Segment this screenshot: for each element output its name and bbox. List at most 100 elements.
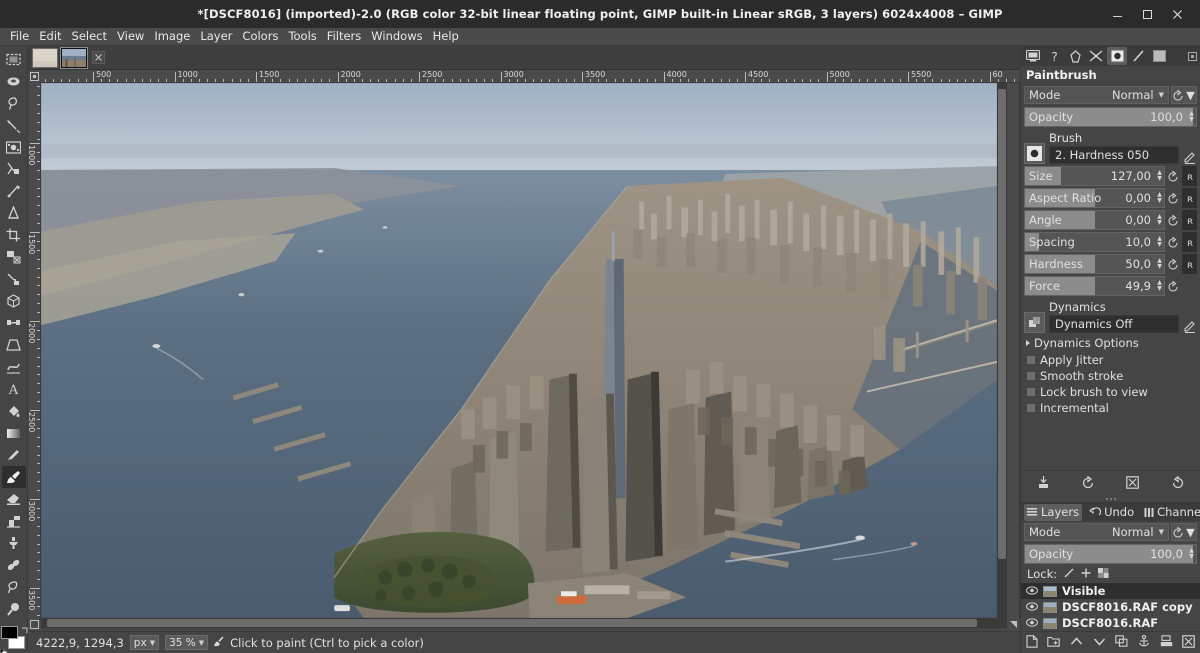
layer-visibility-toggle[interactable]: [1026, 617, 1038, 630]
opacity-spinner[interactable]: ▲ ▼: [1187, 111, 1196, 123]
menu-view[interactable]: View: [112, 28, 149, 45]
duplicate-layer-button[interactable]: [1115, 635, 1128, 650]
menu-colors[interactable]: Colors: [237, 28, 283, 45]
incremental-checkbox[interactable]: Incremental: [1021, 400, 1200, 416]
force-slider[interactable]: Force 49,9 ▲ ▼: [1024, 276, 1165, 296]
image-tab-2[interactable]: [60, 46, 88, 69]
new-layer-button[interactable]: [1026, 634, 1038, 651]
fuzzy-select-tool[interactable]: [2, 114, 26, 136]
menu-windows[interactable]: Windows: [366, 28, 427, 45]
reset-colors-icon[interactable]: [0, 646, 7, 653]
smooth-stroke-checkbox[interactable]: Smooth stroke: [1021, 368, 1200, 384]
unit-selector[interactable]: px ▼: [129, 635, 160, 650]
scissors-select-tool[interactable]: [2, 158, 26, 180]
reset-angle-button[interactable]: [1166, 210, 1181, 230]
warp-transform-tool[interactable]: [2, 356, 26, 378]
menu-filters[interactable]: Filters: [322, 28, 366, 45]
3d-transform-tool[interactable]: [2, 290, 26, 312]
edit-brush-icon[interactable]: [1183, 152, 1197, 164]
lock-position-icon[interactable]: [1081, 567, 1091, 581]
lower-layer-button[interactable]: [1093, 636, 1106, 650]
lock-alpha-icon[interactable]: [1098, 567, 1109, 581]
horizontal-scroll-thumb[interactable]: [47, 619, 977, 627]
size-dynamics-button[interactable]: ʀ: [1182, 166, 1197, 186]
image-tab-1[interactable]: [32, 47, 58, 68]
navigation-button[interactable]: [1007, 618, 1020, 631]
layer-visibility-toggle[interactable]: [1026, 585, 1038, 598]
hardness-spinner[interactable]: ▲ ▼: [1155, 258, 1164, 270]
spacing-spinner[interactable]: ▲ ▼: [1155, 236, 1164, 248]
dynamics-options-expander[interactable]: Dynamics Options: [1021, 334, 1200, 352]
layer-mode-options-button[interactable]: ▼: [1171, 523, 1197, 541]
smudge-tool[interactable]: [2, 576, 26, 598]
brushes-tab[interactable]: [1107, 47, 1127, 65]
text-tool[interactable]: A: [2, 378, 26, 400]
close-button[interactable]: [1162, 1, 1192, 27]
canvas-vertical-scrollbar[interactable]: [997, 83, 1007, 618]
reset-aspect-ratio-button[interactable]: [1166, 188, 1181, 208]
menu-tools[interactable]: Tools: [283, 28, 321, 45]
dynamics-preview-icon[interactable]: [1024, 312, 1045, 333]
heal-tool[interactable]: [2, 554, 26, 576]
hardness-dynamics-button[interactable]: ʀ: [1182, 254, 1197, 274]
reset-spacing-button[interactable]: [1166, 232, 1181, 252]
tool-options-tab[interactable]: [1023, 47, 1043, 65]
minimize-button[interactable]: [1102, 1, 1132, 27]
aspect-ratio-slider[interactable]: Aspect Ratio 0,00 ▲ ▼: [1024, 188, 1165, 208]
layer-row-copy[interactable]: DSCF8016.RAF copy: [1021, 599, 1200, 615]
paths-tool[interactable]: [2, 180, 26, 202]
menu-layer[interactable]: Layer: [195, 28, 237, 45]
ruler-unit-button[interactable]: [28, 70, 41, 83]
zoom-selector[interactable]: 35 % ▼: [165, 635, 209, 650]
pencil-tool[interactable]: [2, 444, 26, 466]
edit-dynamics-icon[interactable]: [1183, 321, 1197, 333]
menu-edit[interactable]: Edit: [34, 28, 66, 45]
hardness-slider[interactable]: Hardness 50,0 ▲ ▼: [1024, 254, 1165, 274]
free-select-tool[interactable]: [2, 92, 26, 114]
reset-paint-mode-button[interactable]: ▼: [1171, 86, 1197, 104]
maximize-button[interactable]: [1132, 1, 1162, 27]
dock-menu-icon[interactable]: [1186, 50, 1198, 62]
brush-name-field[interactable]: 2. Hardness 050: [1049, 146, 1179, 164]
swap-colors-icon[interactable]: [21, 624, 28, 633]
layer-mode-dropdown[interactable]: Mode Normal ▼: [1024, 523, 1169, 541]
menu-select[interactable]: Select: [67, 28, 112, 45]
size-spinner[interactable]: ▲ ▼: [1155, 170, 1164, 182]
move-tool[interactable]: [2, 268, 26, 290]
pointer-tab[interactable]: ?: [1044, 47, 1064, 65]
reset-size-button[interactable]: [1166, 166, 1181, 186]
paths-tab[interactable]: [1128, 47, 1148, 65]
aspect-ratio-spinner[interactable]: ▲ ▼: [1155, 192, 1164, 204]
transform-tool[interactable]: [2, 246, 26, 268]
tab-layers[interactable]: Layers: [1024, 503, 1083, 521]
image-canvas[interactable]: [41, 83, 997, 618]
airbrush-tool[interactable]: [2, 510, 26, 532]
crop-tool[interactable]: [2, 224, 26, 246]
rectangle-select-tool[interactable]: [2, 48, 26, 70]
foreground-color-swatch[interactable]: [0, 626, 18, 639]
canvas-horizontal-scrollbar[interactable]: [41, 618, 1007, 628]
apply-jitter-checkbox[interactable]: Apply Jitter: [1021, 352, 1200, 368]
tab-channels[interactable]: Channels: [1141, 504, 1200, 521]
size-slider[interactable]: Size 127,00 ▲ ▼: [1024, 166, 1165, 186]
gradient-tool[interactable]: [2, 422, 26, 444]
reset-hardness-button[interactable]: [1166, 254, 1181, 274]
angle-slider[interactable]: Angle 0,00 ▲ ▼: [1024, 210, 1165, 230]
ellipse-select-tool[interactable]: [2, 70, 26, 92]
perspective-tool[interactable]: [2, 334, 26, 356]
angle-dynamics-button[interactable]: ʀ: [1182, 210, 1197, 230]
aspect-ratio-dynamics-button[interactable]: ʀ: [1182, 188, 1197, 208]
bucket-fill-tool[interactable]: [2, 400, 26, 422]
paint-mode-dropdown[interactable]: Mode Normal ▼: [1024, 86, 1169, 104]
brush-preview-icon[interactable]: [1024, 143, 1045, 164]
select-by-color-tool[interactable]: [2, 136, 26, 158]
opacity-slider[interactable]: Opacity 100,0 ▲ ▼: [1024, 107, 1197, 127]
angle-spinner[interactable]: ▲ ▼: [1155, 214, 1164, 226]
delete-tool-preset-button[interactable]: [1126, 475, 1140, 492]
menu-help[interactable]: Help: [428, 28, 464, 45]
device-status-tab[interactable]: [1065, 47, 1085, 65]
dynamics-name-field[interactable]: Dynamics Off: [1049, 315, 1179, 333]
menu-file[interactable]: File: [5, 28, 34, 45]
symmetry-painting-tab[interactable]: [1086, 47, 1106, 65]
close-tab-button[interactable]: [92, 51, 105, 64]
